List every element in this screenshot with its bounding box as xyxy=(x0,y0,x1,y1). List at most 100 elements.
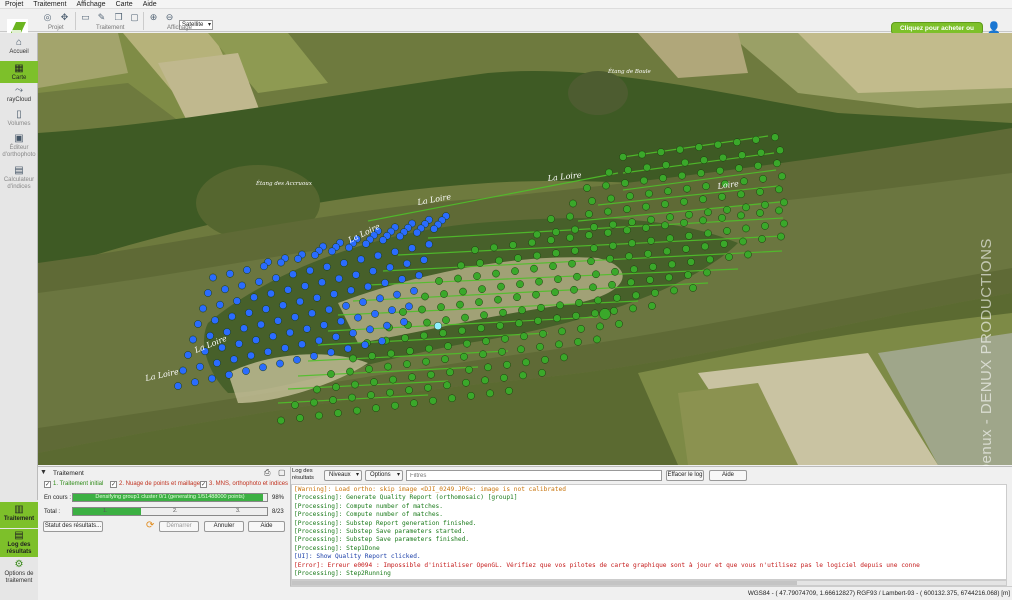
image-point[interactable] xyxy=(216,300,224,309)
image-point[interactable] xyxy=(442,316,450,324)
image-point[interactable] xyxy=(756,209,764,217)
options-dropdown[interactable]: Options ▾ xyxy=(365,470,403,481)
image-point[interactable] xyxy=(481,376,489,385)
image-point[interactable] xyxy=(719,153,727,162)
image-point[interactable] xyxy=(458,326,466,335)
image-point[interactable] xyxy=(191,378,199,387)
image-point[interactable] xyxy=(410,287,418,295)
image-point[interactable] xyxy=(668,260,676,269)
image-point[interactable] xyxy=(714,140,722,149)
image-point[interactable] xyxy=(569,199,577,208)
menu-aide[interactable]: Aide xyxy=(138,0,162,9)
image-point[interactable] xyxy=(372,404,380,412)
image-point[interactable] xyxy=(517,345,525,354)
image-point[interactable] xyxy=(657,148,665,156)
image-point[interactable] xyxy=(773,159,781,168)
image-point[interactable] xyxy=(329,396,337,404)
image-point[interactable] xyxy=(687,258,695,266)
image-point[interactable] xyxy=(364,282,372,291)
image-point[interactable] xyxy=(269,332,277,341)
image-point[interactable] xyxy=(298,340,306,349)
close-icon[interactable]: ▢ xyxy=(278,468,286,477)
image-point[interactable] xyxy=(388,306,396,314)
image-point[interactable] xyxy=(279,301,287,310)
sidebar-item-raycloud[interactable]: ⤳ rayCloud xyxy=(0,85,38,107)
image-point[interactable] xyxy=(640,176,648,185)
step1-checkbox[interactable]: ✓ xyxy=(44,481,51,488)
image-point[interactable] xyxy=(539,329,547,338)
image-point[interactable] xyxy=(255,277,263,286)
image-point[interactable] xyxy=(310,398,318,407)
image-point[interactable] xyxy=(225,370,233,379)
image-point[interactable] xyxy=(381,279,389,287)
image-point[interactable] xyxy=(484,363,492,372)
image-point[interactable] xyxy=(552,249,560,257)
image-point[interactable] xyxy=(775,185,783,194)
image-point[interactable] xyxy=(406,347,414,355)
image-point[interactable] xyxy=(676,145,684,154)
image-point[interactable] xyxy=(642,202,650,211)
cancel-button[interactable]: Annuler xyxy=(204,521,244,532)
image-point[interactable] xyxy=(535,277,543,286)
image-point[interactable] xyxy=(476,259,484,267)
image-point[interactable] xyxy=(367,391,375,399)
image-point[interactable] xyxy=(596,322,604,331)
image-point[interactable] xyxy=(365,365,373,373)
image-point[interactable] xyxy=(267,289,275,298)
image-point[interactable] xyxy=(289,270,297,279)
image-point[interactable] xyxy=(179,366,187,375)
image-point[interactable] xyxy=(664,187,672,195)
menu-projet[interactable]: Projet xyxy=(0,0,28,9)
image-point[interactable] xyxy=(408,244,416,252)
image-point[interactable] xyxy=(492,269,500,278)
image-point[interactable] xyxy=(398,275,406,283)
collapse-icon[interactable]: ▼ xyxy=(40,469,47,476)
image-point[interactable] xyxy=(440,290,448,298)
image-point[interactable] xyxy=(528,238,536,247)
image-point[interactable] xyxy=(682,245,690,253)
image-point[interactable] xyxy=(226,269,234,278)
image-point[interactable] xyxy=(547,215,555,223)
image-point[interactable] xyxy=(344,344,352,353)
image-point[interactable] xyxy=(558,327,566,336)
image-point[interactable] xyxy=(369,267,377,275)
image-point[interactable] xyxy=(761,201,769,209)
image-point[interactable] xyxy=(196,362,204,371)
image-point[interactable] xyxy=(418,305,426,314)
image-point[interactable] xyxy=(490,243,498,252)
image-point[interactable] xyxy=(647,236,655,245)
image-point[interactable] xyxy=(463,339,471,348)
image-point[interactable] xyxy=(626,192,634,200)
levels-dropdown[interactable]: Niveaux ▾ xyxy=(324,470,362,481)
image-point[interactable] xyxy=(462,378,470,387)
image-point[interactable] xyxy=(272,274,280,282)
image-point[interactable] xyxy=(313,293,321,302)
image-point[interactable] xyxy=(349,329,357,337)
image-point[interactable] xyxy=(399,308,407,316)
image-point[interactable] xyxy=(758,235,766,243)
image-point[interactable] xyxy=(590,244,598,253)
image-point[interactable] xyxy=(391,401,399,410)
image-point[interactable] xyxy=(441,355,449,364)
image-point[interactable] xyxy=(624,166,632,174)
image-point[interactable] xyxy=(520,332,528,341)
image-point[interactable] xyxy=(296,297,304,306)
image-point[interactable] xyxy=(429,396,437,405)
image-point[interactable] xyxy=(400,318,408,326)
edit-icon[interactable]: ✎ xyxy=(96,12,107,23)
image-point[interactable] xyxy=(396,232,404,241)
image-point[interactable] xyxy=(602,181,610,190)
image-point[interactable] xyxy=(515,319,523,328)
image-point[interactable] xyxy=(496,321,504,330)
image-point[interactable] xyxy=(630,265,638,274)
image-point[interactable] xyxy=(754,161,762,170)
step3-checkbox[interactable]: ✓ xyxy=(200,481,207,488)
image-point[interactable] xyxy=(611,267,619,276)
image-point[interactable] xyxy=(566,212,574,221)
image-point[interactable] xyxy=(685,210,693,219)
image-point[interactable] xyxy=(495,256,503,265)
image-point[interactable] xyxy=(680,197,688,206)
image-point[interactable] xyxy=(533,230,541,239)
image-point[interactable] xyxy=(459,287,467,296)
image-point[interactable] xyxy=(720,240,728,248)
